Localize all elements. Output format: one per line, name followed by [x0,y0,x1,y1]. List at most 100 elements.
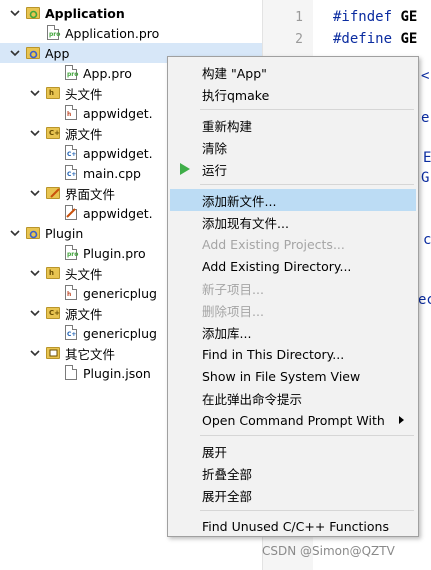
menu-item-label: 折叠全部 [202,466,253,482]
submenu-arrow-icon [399,416,404,424]
line-number: 1 [295,10,303,25]
menu-item-label: 运行 [202,162,228,178]
tree-item-label: appwidget. [83,205,153,221]
tree-item-label: 头文件 [65,266,103,282]
menu-item-find-in-this-directory[interactable]: Find in This Directory... [170,343,416,365]
menu-item-label: 添加新文件... [202,193,277,209]
menu-item-label: 删除项目... [202,303,264,319]
chevron-down-icon[interactable] [10,223,20,243]
tree-item-label: genericplug [83,285,157,301]
pro-file-icon: pro [64,65,78,81]
menu-item-label: 构建 "App" [202,65,267,81]
tree-item-label: Plugin [45,225,84,241]
chevron-down-icon[interactable] [30,303,40,323]
menu-item-在此弹出命令提示[interactable]: 在此弹出命令提示 [170,387,416,409]
menu-item-label: 展开 [202,444,228,460]
file-icon: C+ [64,145,78,161]
chevron-down-icon[interactable] [10,3,20,23]
menu-item-label: Open Command Prompt With [202,412,385,428]
folder-icon: h [46,85,60,101]
pro-file-icon: pro [64,245,78,261]
code-fragment: ec [418,292,431,308]
menu-item-添加现有文件[interactable]: 添加现有文件... [170,211,416,233]
chevron-down-icon[interactable] [30,343,40,363]
menu-item-构建-app[interactable]: 构建 "App" [170,61,416,83]
menu-item-展开[interactable]: 展开 [170,440,416,462]
play-icon [180,163,190,175]
menu-item-清除[interactable]: 清除 [170,136,416,158]
chevron-down-icon[interactable] [30,263,40,283]
menu-item-label: 展开全部 [202,488,253,504]
menu-item-label: 添加库... [202,325,252,341]
file-icon [64,205,78,221]
code-fragment: G [421,170,430,186]
tree-item-label: main.cpp [83,165,141,181]
subproject-icon [26,45,40,61]
context-menu[interactable]: 构建 "App" 执行qmake 重新构建清除运行添加新文件... 添加现有文件...… [167,56,419,537]
chevron-down-icon[interactable] [10,43,20,63]
menu-item-show-in-file-system-view[interactable]: Show in File System View [170,365,416,387]
tree-item-label: genericplug [83,325,157,341]
menu-item-label: 在此弹出命令提示 [202,391,303,407]
tree-item-label: App [45,45,70,61]
file-icon: h [64,285,78,301]
menu-item-运行[interactable]: 运行 [170,158,416,180]
project-icon [26,5,40,21]
menu-item-新子项目: 新子项目... [170,277,416,299]
preprocessor-keyword: #ifndef [333,9,393,25]
menu-item-label: Add Existing Directory... [202,258,352,274]
folder-icon: C+ [46,125,60,141]
menu-item-添加新文件[interactable]: 添加新文件... [170,189,416,211]
menu-item-执行qmake[interactable]: 执行qmake [170,83,416,105]
menu-item-label: 新子项目... [202,281,264,297]
code-fragment: c [423,232,431,248]
menu-separator [200,109,414,110]
menu-item-find-unused-c-c-functions[interactable]: Find Unused C/C++ Functions [170,515,416,537]
preprocessor-keyword: #define [333,31,393,47]
menu-item-label: 重新构建 [202,118,253,134]
chevron-down-icon[interactable] [30,123,40,143]
macro-name: GE [400,31,418,47]
menu-item-open-command-prompt-with[interactable]: Open Command Prompt With [170,409,416,431]
folder-icon: C+ [46,305,60,321]
tree-item-application-pro[interactable]: pro Application.pro [0,23,262,43]
code-fragment: E [423,150,431,166]
chevron-down-icon[interactable] [30,83,40,103]
code-line[interactable]: #ifndef GE [333,9,417,25]
pro-file-icon: pro [46,25,60,41]
tree-item-label: 界面文件 [65,186,116,202]
folder-icon: h [46,265,60,281]
tree-item-application[interactable]: Application [0,3,262,23]
folder-icon [46,185,60,201]
menu-item-折叠全部[interactable]: 折叠全部 [170,462,416,484]
menu-item-重新构建[interactable]: 重新构建 [170,114,416,136]
menu-item-展开全部[interactable]: 展开全部 [170,484,416,506]
chevron-down-icon[interactable] [30,183,40,203]
macro-name: GE [400,9,418,25]
menu-item-删除项目: 删除项目... [170,299,416,321]
menu-item-label: 清除 [202,140,228,156]
menu-item-添加库[interactable]: 添加库... [170,321,416,343]
tree-item-label: appwidget. [83,105,153,121]
tree-item-label: 其它文件 [65,346,116,362]
line-number: 2 [295,32,303,47]
menu-item-label: Add Existing Projects... [202,236,345,252]
tree-item-label: appwidget. [83,145,153,161]
menu-separator [200,510,414,511]
watermark: CSDN @Simon@QZTV [262,544,395,558]
menu-item-label: 添加现有文件... [202,215,289,231]
tree-item-label: Plugin.pro [83,245,146,261]
code-line[interactable]: #define GE [333,31,417,47]
tree-item-label: App.pro [83,65,132,81]
menu-item-add-existing-directory[interactable]: Add Existing Directory... [170,255,416,277]
